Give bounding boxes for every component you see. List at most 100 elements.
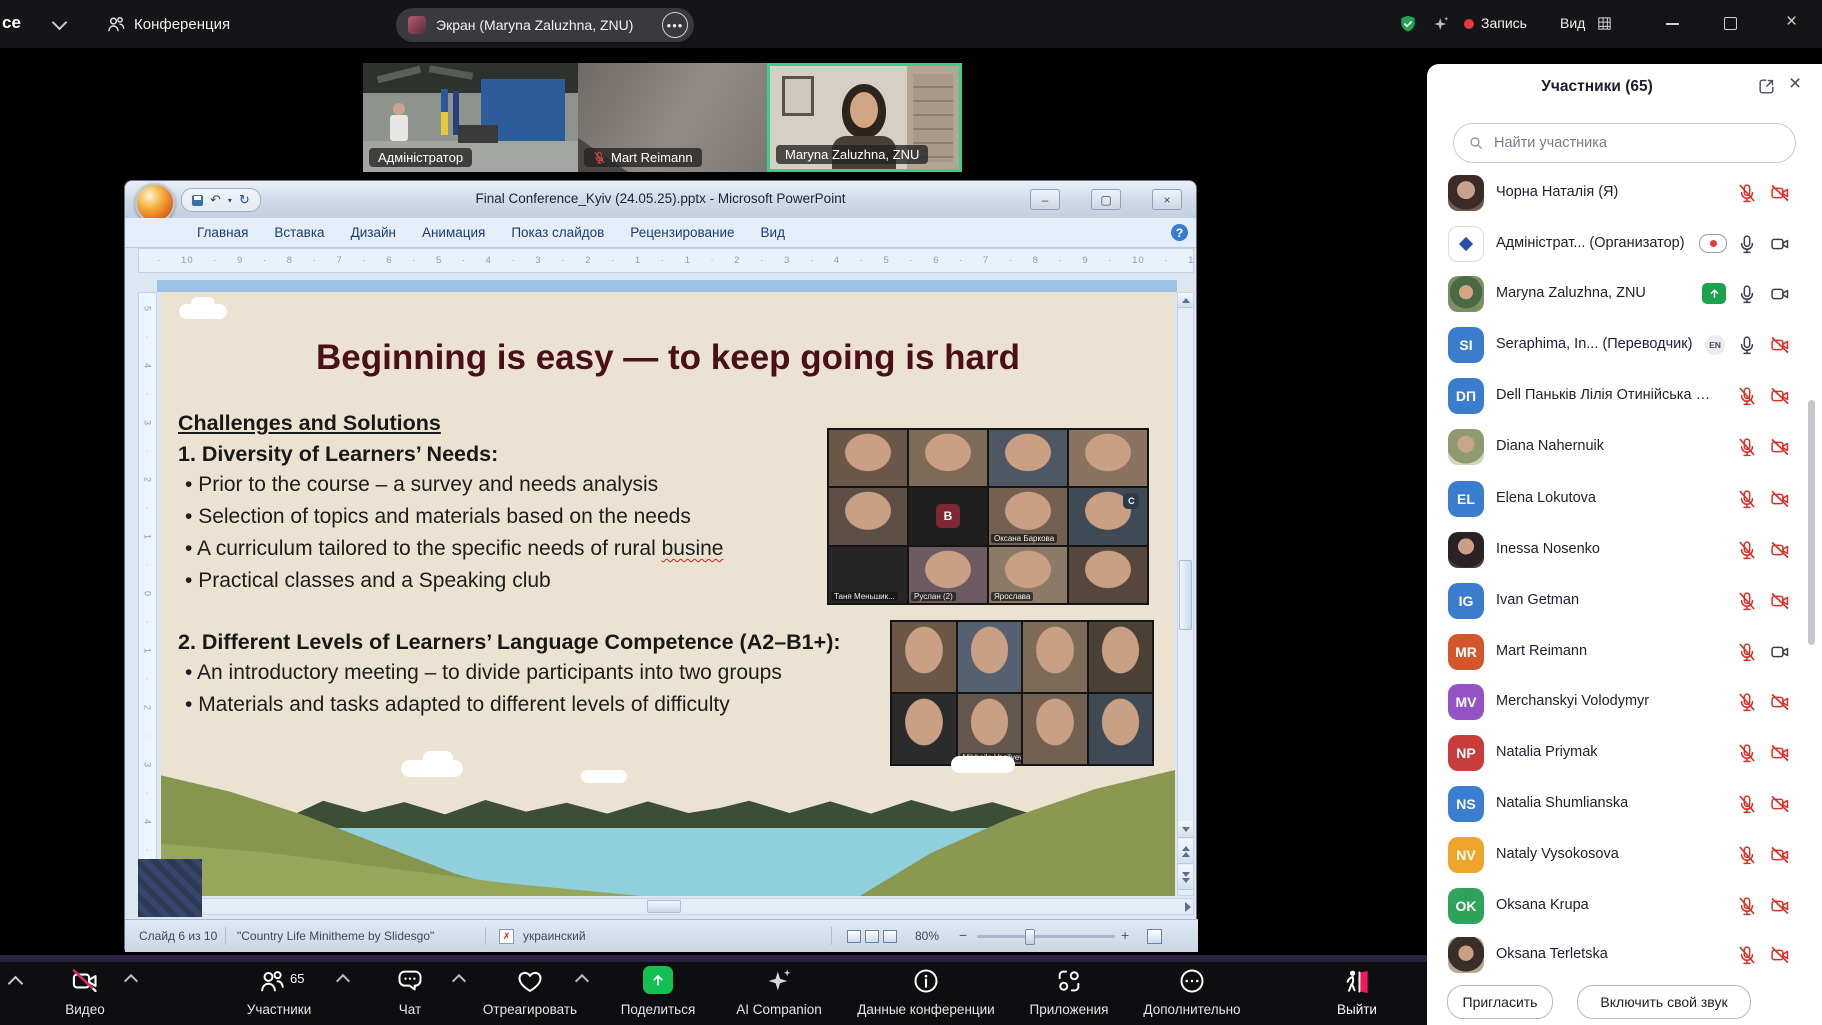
tab-slideshow[interactable]: Показ слайдов	[511, 225, 604, 240]
participant-row[interactable]: Oksana Terletska	[1427, 930, 1822, 980]
zoom-out-icon[interactable]: −	[959, 927, 967, 943]
previous-slide-button[interactable]	[1178, 839, 1193, 864]
tab-view[interactable]: Вид	[761, 225, 785, 240]
undo-dropdown-icon[interactable]: ▾	[228, 196, 232, 205]
participant-row[interactable]: DП Dell Паньків Лілія Отинійська с...	[1427, 371, 1822, 421]
camera-off-icon[interactable]	[1770, 335, 1790, 355]
camera-on-icon[interactable]	[1770, 284, 1790, 304]
redo-icon[interactable]: ↻	[239, 192, 250, 208]
office-button[interactable]	[135, 183, 175, 223]
ppt-minimize-button[interactable]: –	[1030, 189, 1060, 210]
camera-off-icon[interactable]	[1770, 591, 1790, 611]
minimize-button[interactable]	[1666, 23, 1679, 25]
fit-to-window-icon[interactable]	[1147, 929, 1162, 944]
participant-row[interactable]: MV Merchanskyi Volodymyr	[1427, 677, 1822, 727]
chevron-down-icon[interactable]	[52, 15, 68, 31]
tab-animation[interactable]: Анимация	[422, 225, 485, 240]
popout-icon[interactable]	[1757, 77, 1776, 96]
camera-on-icon[interactable]	[1770, 234, 1790, 254]
tab-review[interactable]: Рецензирование	[630, 225, 734, 240]
slide-sorter-icon[interactable]	[865, 930, 879, 943]
mic-off-icon[interactable]	[1737, 845, 1757, 865]
camera-off-icon[interactable]	[1770, 794, 1790, 814]
ppt-horizontal-scrollbar[interactable]	[138, 898, 1194, 915]
ppt-close-button[interactable]: ×	[1152, 189, 1182, 210]
participant-row[interactable]: Diana Nahernuik	[1427, 422, 1822, 472]
slide-canvas[interactable]: Beginning is easy — to keep going is har…	[161, 292, 1175, 896]
language-indicator[interactable]: украинский	[523, 929, 586, 943]
slideshow-icon[interactable]	[883, 930, 897, 943]
invite-button[interactable]: Пригласить	[1447, 985, 1553, 1019]
participants-options-chevron-icon[interactable]	[336, 974, 350, 988]
zoom-slider[interactable]	[977, 935, 1115, 938]
mic-off-icon[interactable]	[1737, 642, 1757, 662]
mic-off-icon[interactable]	[1737, 386, 1757, 406]
ai-sparkle-icon[interactable]	[1432, 15, 1450, 33]
shared-screen-pill[interactable]: Экран (Maryna Zaluzhna, ZNU) •••	[396, 8, 694, 42]
mic-off-icon[interactable]	[1737, 692, 1757, 712]
participant-row[interactable]: Maryna Zaluzhna, ZNU	[1427, 269, 1822, 319]
search-input[interactable]	[1492, 134, 1756, 152]
video-tile-administrator[interactable]: Адміністратор	[363, 63, 578, 172]
mic-on-icon[interactable]	[1737, 284, 1757, 304]
camera-off-icon[interactable]	[1770, 845, 1790, 865]
ppt-vertical-scrollbar[interactable]	[1177, 292, 1194, 896]
mic-off-icon[interactable]	[1737, 743, 1757, 763]
view-grid-icon[interactable]	[1596, 15, 1613, 32]
audio-options-chevron-icon[interactable]	[8, 976, 24, 992]
zoom-in-icon[interactable]: +	[1121, 927, 1129, 943]
more-options-icon[interactable]: •••	[662, 12, 688, 38]
video-tile-mart[interactable]: Mart Reimann	[578, 63, 767, 172]
camera-on-icon[interactable]	[1770, 642, 1790, 662]
unmute-button[interactable]: Включить свой звук	[1577, 985, 1751, 1019]
camera-off-icon[interactable]	[1770, 386, 1790, 406]
video-options-chevron-icon[interactable]	[124, 974, 138, 988]
camera-off-icon[interactable]	[1770, 183, 1790, 203]
ppt-maximize-button[interactable]: ▢	[1091, 189, 1121, 210]
participant-row[interactable]: MR Mart Reimann	[1427, 627, 1822, 677]
help-icon[interactable]: ?	[1171, 224, 1188, 241]
search-participant-box[interactable]	[1453, 123, 1796, 163]
camera-off-icon[interactable]	[1770, 945, 1790, 965]
camera-off-icon[interactable]	[1770, 540, 1790, 560]
participant-row[interactable]: Inessa Nosenko	[1427, 525, 1822, 575]
camera-off-icon[interactable]	[1770, 896, 1790, 916]
panel-scrollbar[interactable]	[1808, 400, 1815, 645]
restore-button[interactable]	[1724, 17, 1737, 30]
normal-view-icon[interactable]	[847, 930, 861, 943]
participant-row[interactable]: NP Natalia Priymak	[1427, 728, 1822, 778]
camera-off-icon[interactable]	[1770, 743, 1790, 763]
video-tile-active-speaker[interactable]: Maryna Zaluzhna, ZNU	[767, 63, 962, 172]
camera-off-icon[interactable]	[1770, 692, 1790, 712]
participant-row[interactable]: EL Elena Lokutova	[1427, 474, 1822, 524]
participant-row[interactable]: IG Ivan Getman	[1427, 576, 1822, 626]
mic-off-icon[interactable]	[1737, 489, 1757, 509]
participant-row[interactable]: Адміністрат... (Организатор)	[1427, 219, 1822, 269]
mic-off-icon[interactable]	[1737, 540, 1757, 560]
zoom-slider-thumb[interactable]	[1025, 929, 1035, 945]
security-shield-icon[interactable]	[1398, 14, 1418, 34]
camera-off-icon[interactable]	[1770, 489, 1790, 509]
scrollbar-thumb[interactable]	[1179, 560, 1192, 630]
undo-icon[interactable]: ↶	[210, 192, 221, 208]
next-slide-button[interactable]	[1178, 865, 1193, 890]
mic-off-icon[interactable]	[1737, 794, 1757, 814]
mic-off-icon[interactable]	[1737, 945, 1757, 965]
spellcheck-icon[interactable]: ✗	[499, 929, 514, 944]
react-options-chevron-icon[interactable]	[575, 974, 589, 988]
participant-row[interactable]: Чорна Наталія (Я)	[1427, 168, 1822, 218]
tab-home[interactable]: Главная	[197, 225, 248, 240]
scrollbar-thumb[interactable]	[647, 900, 681, 913]
chat-options-chevron-icon[interactable]	[452, 974, 466, 988]
participant-row[interactable]: OK Oksana Krupa	[1427, 881, 1822, 931]
close-button[interactable]: ×	[1786, 11, 1797, 33]
mic-off-icon[interactable]	[1737, 591, 1757, 611]
save-icon[interactable]	[192, 195, 203, 206]
close-panel-icon[interactable]: ×	[1789, 72, 1801, 96]
mic-off-icon[interactable]	[1737, 896, 1757, 916]
tab-insert[interactable]: Вставка	[274, 225, 324, 240]
mic-off-icon[interactable]	[1737, 183, 1757, 203]
participant-row[interactable]: NV Nataly Vysokosova	[1427, 830, 1822, 880]
mic-off-icon[interactable]	[1737, 437, 1757, 457]
mic-on-icon[interactable]	[1737, 234, 1757, 254]
